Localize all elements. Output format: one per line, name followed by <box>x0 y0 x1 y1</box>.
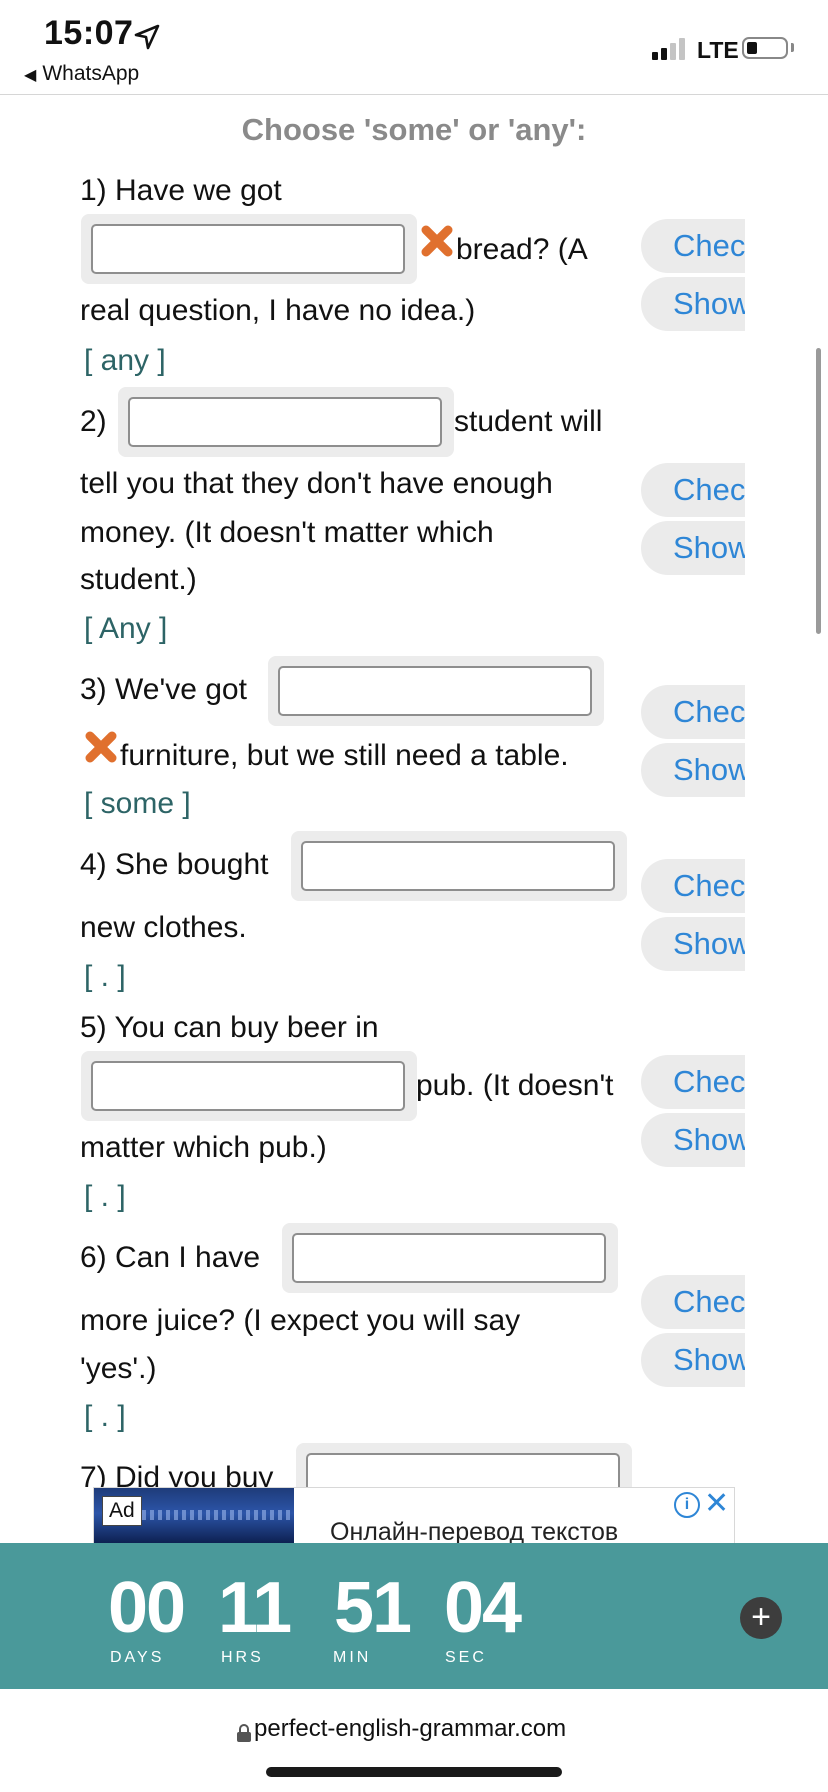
question-1-show-button[interactable]: Show <box>641 277 745 331</box>
question-5-show-button[interactable]: Show <box>641 1113 745 1167</box>
expand-plus-icon[interactable]: + <box>740 1597 782 1639</box>
question-2-text-cont: student.) <box>80 563 197 596</box>
question-4-answer: [ . ] <box>84 960 126 993</box>
status-time: 15:07 <box>44 14 134 52</box>
status-bar: 15:07 ◀ WhatsApp LTE <box>0 0 828 94</box>
countdown-seconds-label: SEC <box>445 1649 487 1666</box>
check-label: Check <box>673 472 745 507</box>
question-2-input[interactable] <box>128 397 442 447</box>
check-label: Check <box>673 1284 745 1319</box>
show-label: Show <box>673 752 745 787</box>
ad-banner[interactable]: Ad Онлайн-перевод текстов i ✕ <box>93 1487 735 1545</box>
countdown-hours: 11 <box>218 1568 292 1648</box>
battery-icon <box>742 37 788 59</box>
back-triangle-icon: ◀ <box>24 67 37 84</box>
wrong-answer-icon <box>85 731 117 763</box>
question-4-check-button[interactable]: Check <box>641 859 745 913</box>
back-to-app-link[interactable]: ◀ WhatsApp <box>24 62 139 86</box>
question-2-input-wrap <box>118 387 454 457</box>
question-1-answer: [ any ] <box>84 344 166 377</box>
question-6-text-cont: 'yes'.) <box>80 1352 157 1385</box>
lock-icon <box>237 1724 251 1742</box>
question-1-input[interactable] <box>91 224 405 274</box>
question-4-text-cont: new clothes. <box>80 911 247 944</box>
question-3-input[interactable] <box>278 666 592 716</box>
question-1-check-button[interactable]: Check <box>641 219 745 273</box>
question-1-text-cont: real question, I have no idea.) <box>80 294 476 327</box>
url-text[interactable]: perfect-english-grammar.com <box>254 1715 566 1743</box>
question-6-show-button[interactable]: Show <box>641 1333 745 1387</box>
question-2-answer: [ Any ] <box>84 612 168 645</box>
countdown-minutes: 51 <box>334 1568 412 1648</box>
back-app-label: WhatsApp <box>42 62 140 85</box>
ad-text[interactable]: Онлайн-перевод текстов <box>330 1518 618 1544</box>
question-6-check-button[interactable]: Check <box>641 1275 745 1329</box>
question-2-text-cont: student will <box>454 405 603 438</box>
check-label: Check <box>673 1064 745 1099</box>
browser-url-bar[interactable]: perfect-english-grammar.com <box>0 1689 828 1792</box>
question-4-input-wrap <box>291 831 627 901</box>
question-6-answer: [ . ] <box>84 1400 126 1433</box>
question-1-text: 1) Have we got <box>80 174 282 207</box>
info-icon[interactable]: i <box>674 1492 700 1518</box>
ad-badge: Ad <box>102 1496 142 1526</box>
cellular-signal-icon <box>652 38 685 60</box>
countdown-hours-label: HRS <box>221 1649 264 1666</box>
countdown-banner: 00 DAYS 11 HRS 51 MIN 04 SEC + <box>0 1543 828 1689</box>
battery-tip <box>791 43 794 52</box>
question-1-text-cont: bread? (A <box>456 233 588 266</box>
question-6-text-cont: more juice? (I expect you will say <box>80 1304 521 1337</box>
question-4-text: 4) She bought <box>80 848 269 881</box>
question-2-check-button[interactable]: Check <box>641 463 745 517</box>
question-5-input[interactable] <box>91 1061 405 1111</box>
page-scrollbar[interactable] <box>816 348 821 634</box>
question-3-check-button[interactable]: Check <box>641 685 745 739</box>
question-6-input-wrap <box>282 1223 618 1293</box>
show-label: Show <box>673 1342 745 1377</box>
question-3-text: 3) We've got <box>80 673 247 706</box>
exercise-heading: Choose 'some' or 'any': <box>241 112 587 147</box>
home-indicator[interactable] <box>266 1767 562 1777</box>
question-2-text-cont: money. (It doesn't matter which <box>80 516 494 549</box>
close-icon[interactable]: ✕ <box>704 1488 729 1521</box>
question-6-text: 6) Can I have <box>80 1241 261 1274</box>
question-5-input-wrap <box>81 1051 417 1121</box>
question-5-text: 5) You can buy beer in <box>80 1011 379 1044</box>
show-label: Show <box>673 1122 745 1157</box>
question-2-show-button[interactable]: Show <box>641 521 745 575</box>
countdown-minutes-label: MIN <box>333 1649 372 1666</box>
question-4-input[interactable] <box>301 841 615 891</box>
question-6-input[interactable] <box>292 1233 606 1283</box>
question-2-text-cont: tell you that they don't have enough <box>80 467 553 500</box>
show-label: Show <box>673 286 745 321</box>
wrong-answer-icon <box>421 225 453 257</box>
question-4-show-button[interactable]: Show <box>641 917 745 971</box>
countdown-days-label: DAYS <box>110 1649 165 1666</box>
divider <box>0 94 828 95</box>
question-1-input-wrap <box>81 214 417 284</box>
question-3-show-button[interactable]: Show <box>641 743 745 797</box>
question-3-answer: [ some ] <box>84 787 191 820</box>
question-5-answer: [ . ] <box>84 1180 126 1213</box>
location-arrow-icon <box>134 24 160 50</box>
question-3-input-wrap <box>268 656 604 726</box>
show-label: Show <box>673 926 745 961</box>
question-2-text: 2) <box>80 405 107 438</box>
question-5-text-cont: pub. (It doesn't <box>416 1069 614 1102</box>
countdown-days: 00 <box>108 1568 186 1648</box>
network-type: LTE <box>697 37 739 63</box>
question-3-text-cont: furniture, but we still need a table. <box>120 739 569 772</box>
show-label: Show <box>673 530 745 565</box>
check-label: Check <box>673 868 745 903</box>
question-5-text-cont: matter which pub.) <box>80 1131 327 1164</box>
check-label: Check <box>673 228 745 263</box>
check-label: Check <box>673 694 745 729</box>
question-5-check-button[interactable]: Check <box>641 1055 745 1109</box>
countdown-seconds: 04 <box>444 1568 522 1648</box>
